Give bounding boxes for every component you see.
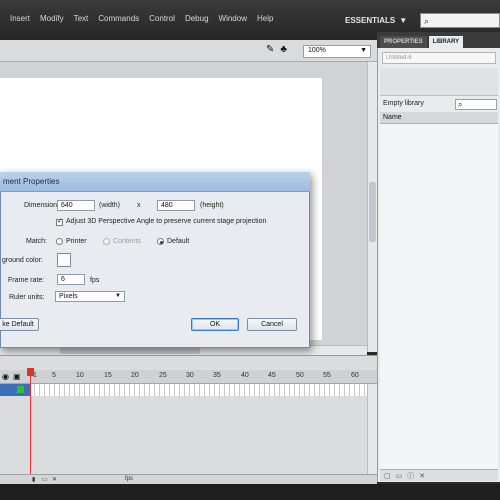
search-icon: ⌕ <box>458 100 463 109</box>
frame-rate-input[interactable]: 6 <box>57 274 85 285</box>
ruler-units-value: Pixels <box>59 293 78 300</box>
stage-vertical-scrollbar[interactable] <box>367 62 377 352</box>
menu-window[interactable]: Window <box>219 14 247 28</box>
adjust-3d-checkbox[interactable]: ✓ <box>56 218 63 226</box>
edit-bar-tools: ✎ ♣ <box>266 44 287 55</box>
frame-tick: 35 <box>213 372 221 379</box>
eye-icon[interactable]: ◉ <box>2 372 9 381</box>
frame-tick: 50 <box>296 372 304 379</box>
timeline-layer-row[interactable] <box>0 384 30 396</box>
menu-debug[interactable]: Debug <box>185 14 209 28</box>
new-folder-icon[interactable]: ▭ <box>396 472 403 480</box>
timeline-scrollbar[interactable] <box>367 384 377 474</box>
match-contents-label: Contents <box>113 238 142 245</box>
height-input[interactable]: 480 <box>157 200 195 211</box>
tab-properties[interactable]: PROPERTIES <box>380 36 427 48</box>
zoom-select[interactable]: 100% ▼ <box>303 45 371 58</box>
menu-commands[interactable]: Commands <box>98 14 139 28</box>
adjust-3d-label: Adjust 3D Perspective Angle to preserve … <box>66 218 267 225</box>
tab-library[interactable]: LIBRARY <box>428 36 464 48</box>
ruler-units-select[interactable]: Pixels ▼ <box>55 291 125 302</box>
background-color-label: ground color: <box>2 257 43 264</box>
frame-tick: 45 <box>268 372 276 379</box>
menu-insert[interactable]: Insert <box>10 14 30 28</box>
frame-tick: 40 <box>241 372 249 379</box>
chevron-down-icon: ▼ <box>360 47 367 54</box>
library-list[interactable] <box>380 124 498 469</box>
scrollbar-thumb[interactable] <box>369 182 376 242</box>
edit-symbols-icon[interactable]: ✎ <box>266 44 274 55</box>
library-search-input[interactable]: ⌕ <box>455 99 497 110</box>
menu-text[interactable]: Text <box>74 14 89 28</box>
new-symbol-icon[interactable]: ▢ <box>384 472 391 480</box>
edit-scene-icon[interactable]: ♣ <box>280 44 287 55</box>
times-label: x <box>137 202 141 209</box>
search-icon: ⌕ <box>424 16 430 26</box>
match-default-label: Default <box>167 238 190 245</box>
library-document-select[interactable]: Untitled-6 <box>382 52 496 64</box>
zoom-value: 100% <box>308 47 326 54</box>
layer-outline-icon[interactable] <box>17 386 24 393</box>
frame-tick: 55 <box>323 372 331 379</box>
library-column-name[interactable]: Name <box>380 112 498 124</box>
chevron-down-icon: ▼ <box>399 16 408 25</box>
menu-control[interactable]: Control <box>149 14 175 28</box>
ruler-units-label: Ruler units: <box>9 294 45 301</box>
library-footer: ▢ ▭ ⓘ ✕ <box>380 469 498 481</box>
new-folder-icon[interactable]: ▭ <box>42 476 48 483</box>
taskbar <box>0 484 500 500</box>
menu-items: Insert Modify Text Commands Control Debu… <box>10 14 273 28</box>
timeline-footer: ▮ ▭ ✕ fps <box>0 474 377 484</box>
delete-layer-icon[interactable]: ✕ <box>52 476 57 483</box>
cancel-button[interactable]: Cancel <box>247 318 297 331</box>
new-layer-icon[interactable]: ▮ <box>32 476 35 483</box>
width-input[interactable]: 640 <box>57 200 95 211</box>
properties-icon[interactable]: ⓘ <box>407 471 414 481</box>
frame-tick: 20 <box>131 372 139 379</box>
delete-icon[interactable]: ✕ <box>419 472 425 480</box>
match-printer-label: Printer <box>66 238 87 245</box>
make-default-button[interactable]: ke Default <box>0 318 39 331</box>
match-printer-radio[interactable] <box>56 238 63 245</box>
frame-tick: 5 <box>52 372 56 379</box>
ok-button[interactable]: OK <box>191 318 239 331</box>
frame-rate-label: Frame rate: <box>8 277 45 284</box>
dialog-title[interactable]: ment Properties <box>0 172 310 192</box>
check-icon: ✓ <box>57 218 63 225</box>
match-contents-radio[interactable] <box>103 238 110 245</box>
menu-modify[interactable]: Modify <box>40 14 64 28</box>
playhead[interactable] <box>30 368 31 478</box>
frame-tick: 25 <box>159 372 167 379</box>
fps-label: fps <box>90 277 100 284</box>
timeline-frames[interactable] <box>30 384 367 396</box>
match-label: Match: <box>26 238 48 245</box>
scrollbar-thumb[interactable] <box>60 347 200 354</box>
background-color-swatch[interactable] <box>57 253 71 267</box>
workspace-switcher[interactable]: ESSENTIALS ▼ <box>345 13 415 28</box>
library-preview <box>380 68 498 96</box>
frame-tick: 15 <box>104 372 112 379</box>
frame-tick: 60 <box>351 372 359 379</box>
frame-tick: 10 <box>76 372 84 379</box>
width-unit-label: (width) <box>99 202 121 209</box>
match-default-radio[interactable] <box>157 238 164 245</box>
panel-tabs: PROPERTIES LIBRARY <box>377 32 500 48</box>
lock-icon[interactable]: ▣ <box>13 372 21 381</box>
frame-tick: 30 <box>186 372 194 379</box>
library-status: Empty library <box>383 100 424 107</box>
help-search-input[interactable]: ⌕ <box>420 13 500 28</box>
workspace-label: ESSENTIALS <box>345 16 396 25</box>
chevron-down-icon: ▼ <box>115 293 121 299</box>
menu-help[interactable]: Help <box>257 14 273 28</box>
height-unit-label: (height) <box>200 202 224 209</box>
fps-label: fps <box>125 476 134 482</box>
